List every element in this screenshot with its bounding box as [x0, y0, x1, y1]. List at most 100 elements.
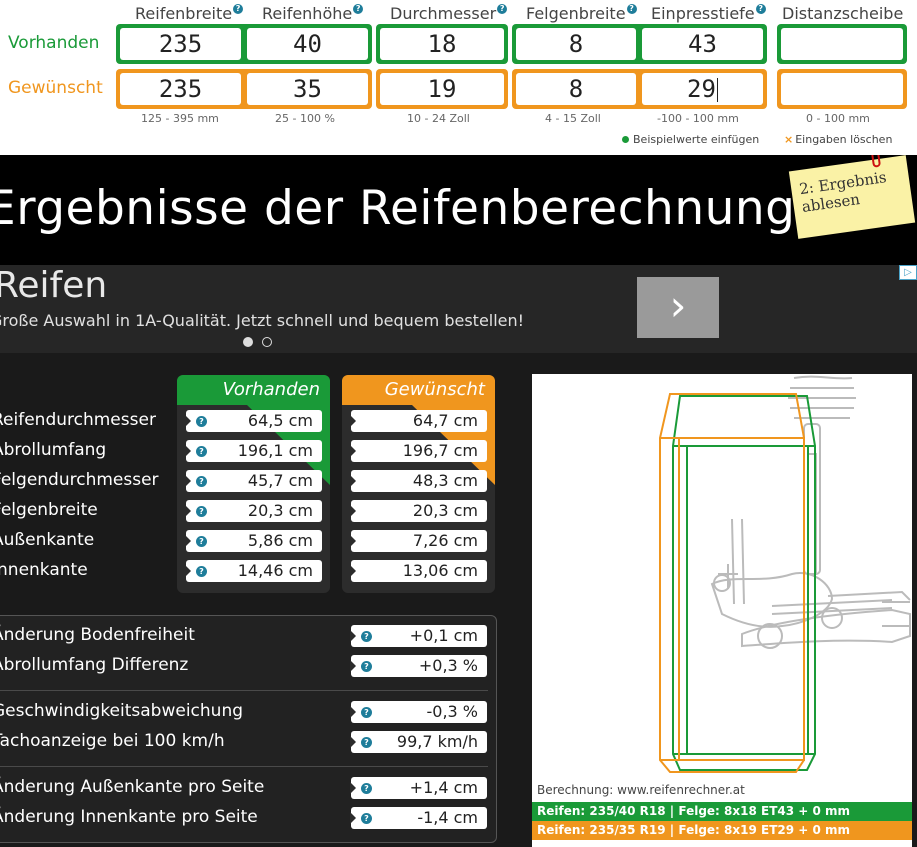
- vorhanden-header: Vorhanden: [222, 379, 320, 400]
- range-durchmesser: 10 - 24 Zoll: [407, 112, 470, 125]
- vorhanden-rim-group: 8 43: [512, 24, 767, 64]
- summary-vorhanden: Reifen: 235/40 R18 | Felge: 8x18 ET43 + …: [532, 802, 912, 821]
- vorhanden-value: ? 5,86 cm: [185, 530, 322, 552]
- ad-banner[interactable]: Reifen Große Auswahl in 1A-Qualität. Jet…: [0, 265, 917, 353]
- wheel-suspension-drawing: [659, 375, 911, 773]
- help-icon[interactable]: ?: [196, 536, 207, 547]
- diff-label: Änderung Bodenfreiheit: [0, 625, 195, 645]
- diff-value: ? +1,4 cm: [350, 777, 487, 799]
- ad-choices-icon[interactable]: ▷: [899, 265, 917, 280]
- header-reifenbreite: Reifenbreite?: [135, 4, 244, 23]
- wheel-diagram: Berechnung: www.reifenrechner.at Reifen:…: [532, 374, 912, 847]
- vorhanden-panel: Vorhanden ? 64,5 cm ? 196,1 cm ? 45,7 cm ? 2…: [177, 375, 330, 593]
- tire-input-form: Reifenbreite? Reifenhöhe? Durchmesser? F…: [0, 0, 917, 155]
- paperclip-icon: [870, 155, 882, 168]
- vorhanden-tire-group: 235 40: [116, 24, 372, 64]
- green-dot-icon: [622, 136, 629, 143]
- diff-label: Änderung Innenkante pro Seite: [0, 807, 258, 827]
- result-label: Felgenbreite: [0, 500, 98, 520]
- gewuenscht-panel: Gewünscht 64,7 cm 196,7 cm 48,3 cm 20,3 …: [342, 375, 495, 593]
- gewuenscht-value: 64,7 cm: [350, 410, 487, 432]
- ad-title: Reifen: [0, 265, 108, 306]
- gewuenscht-value: 13,06 cm: [350, 560, 487, 582]
- row-label-vorhanden: Vorhanden: [8, 33, 100, 53]
- help-icon[interactable]: ?: [196, 566, 207, 577]
- vorhanden-value: ? 196,1 cm: [185, 440, 322, 462]
- diff-value: ? +0,3 %: [350, 655, 487, 677]
- gewuenscht-durchmesser-group: 19: [376, 69, 508, 109]
- vorhanden-durchmesser-group: 18: [376, 24, 508, 64]
- results-section: Ergebnisse der Reifenberechnung 2: Ergeb…: [0, 155, 917, 847]
- vorhanden-reifenhoehe-input[interactable]: 40: [247, 28, 368, 60]
- result-label: Felgendurchmesser: [0, 470, 159, 490]
- vorhanden-durchmesser-input[interactable]: 18: [380, 28, 504, 60]
- range-reifenbreite: 125 - 395 mm: [141, 112, 219, 125]
- help-icon[interactable]: ?: [361, 661, 372, 672]
- vorhanden-value: ? 64,5 cm: [185, 410, 322, 432]
- gewuenscht-value: 48,3 cm: [350, 470, 487, 492]
- help-icon[interactable]: ?: [196, 416, 207, 427]
- help-icon[interactable]: ?: [626, 4, 637, 14]
- vorhanden-value: ? 45,7 cm: [185, 470, 322, 492]
- divider: [0, 690, 488, 691]
- vorhanden-value: ? 14,46 cm: [185, 560, 322, 582]
- row-label-gewuenscht: Gewünscht: [8, 78, 103, 98]
- gewuenscht-tire-group: 235 35: [116, 69, 372, 109]
- diff-value: ? -1,4 cm: [350, 807, 487, 829]
- cross-icon: ×: [784, 133, 794, 146]
- help-icon[interactable]: ?: [755, 4, 766, 14]
- gewuenscht-value: 7,26 cm: [350, 530, 487, 552]
- diff-label: Abrollumfang Differenz: [0, 655, 189, 675]
- header-felgenbreite: Felgenbreite?: [526, 4, 637, 23]
- text-cursor: [716, 78, 718, 102]
- vorhanden-distanz-group: [777, 24, 907, 64]
- result-label: Außenkante: [0, 530, 95, 550]
- ad-dot[interactable]: [262, 337, 272, 347]
- gewuenscht-header: Gewünscht: [384, 379, 485, 400]
- help-icon[interactable]: ?: [361, 707, 372, 718]
- help-icon[interactable]: ?: [361, 783, 372, 794]
- vorhanden-felgenbreite-input[interactable]: 8: [516, 28, 636, 60]
- diff-value: ? -0,3 %: [350, 701, 487, 723]
- result-label: Reifendurchmesser: [0, 410, 156, 430]
- help-icon[interactable]: ?: [361, 631, 372, 642]
- gewuenscht-rim-group: 8 29: [512, 69, 767, 109]
- help-icon[interactable]: ?: [353, 4, 364, 14]
- vorhanden-distanzscheibe-input[interactable]: [781, 28, 903, 60]
- gewuenscht-reifenbreite-input[interactable]: 235: [120, 73, 241, 105]
- diff-label: Geschwindigkeitsabweichung: [0, 701, 244, 721]
- summary-gewuenscht: Reifen: 235/35 R19 | Felge: 8x19 ET29 + …: [532, 821, 912, 840]
- vorhanden-reifenbreite-input[interactable]: 235: [120, 28, 241, 60]
- help-icon[interactable]: ?: [497, 4, 508, 14]
- gewuenscht-felgenbreite-input[interactable]: 8: [516, 73, 636, 105]
- gewuenscht-distanz-group: [777, 69, 907, 109]
- ad-text: Große Auswahl in 1A-Qualität. Jetzt schn…: [0, 311, 525, 330]
- range-einpresstiefe: -100 - 100 mm: [657, 112, 739, 125]
- help-icon[interactable]: ?: [361, 813, 372, 824]
- insert-example-values-link[interactable]: Beispielwerte einfügen: [622, 133, 759, 146]
- range-distanzscheibe: 0 - 100 mm: [806, 112, 870, 125]
- help-icon[interactable]: ?: [361, 737, 372, 748]
- diff-value: ? 99,7 km/h: [350, 731, 487, 753]
- header-durchmesser: Durchmesser?: [390, 4, 508, 23]
- gewuenscht-einpresstiefe-input[interactable]: 29: [642, 73, 763, 105]
- help-icon[interactable]: ?: [196, 506, 207, 517]
- gewuenscht-distanzscheibe-input[interactable]: [781, 73, 903, 105]
- header-reifenhoehe: Reifenhöhe?: [262, 4, 364, 23]
- vorhanden-value: ? 20,3 cm: [185, 500, 322, 522]
- range-reifenhoehe: 25 - 100 %: [275, 112, 335, 125]
- headline-band: Ergebnisse der Reifenberechnung: [0, 155, 917, 265]
- result-label: Abrollumfang: [0, 440, 107, 460]
- help-icon[interactable]: ?: [196, 476, 207, 487]
- ad-dot-active[interactable]: [243, 337, 253, 347]
- help-icon[interactable]: ?: [233, 4, 244, 14]
- gewuenscht-reifenhoehe-input[interactable]: 35: [247, 73, 368, 105]
- gewuenscht-durchmesser-input[interactable]: 19: [380, 73, 504, 105]
- clear-inputs-link[interactable]: × Eingaben löschen: [784, 133, 892, 146]
- vorhanden-einpresstiefe-input[interactable]: 43: [642, 28, 763, 60]
- diff-label: Änderung Außenkante pro Seite: [0, 777, 265, 797]
- header-distanzscheibe: Distanzscheibe: [782, 4, 904, 23]
- ad-next-button[interactable]: ›: [637, 277, 719, 338]
- range-felgenbreite: 4 - 15 Zoll: [545, 112, 601, 125]
- help-icon[interactable]: ?: [196, 446, 207, 457]
